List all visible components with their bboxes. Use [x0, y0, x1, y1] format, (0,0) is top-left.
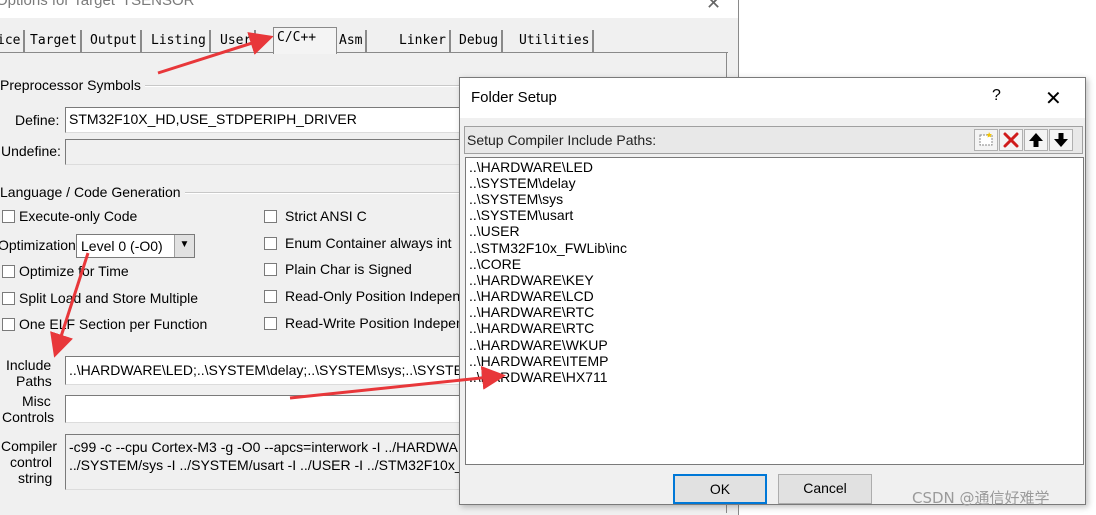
compiler-control-field: -c99 -c --cpu Cortex-M3 -g -O0 --apcs=in… [65, 434, 467, 490]
undefine-label: Undefine: [1, 143, 61, 159]
list-item[interactable]: ..\SYSTEM\usart [469, 207, 573, 223]
ok-button[interactable]: OK [673, 474, 767, 504]
optimization-label: Optimization: [0, 237, 80, 253]
include-paths-list[interactable]: ..\HARDWARE\LED ..\SYSTEM\delay ..\SYSTE… [465, 157, 1084, 465]
paths-header-bar: Setup Compiler Include Paths: [464, 126, 1083, 154]
list-item[interactable]: ..\HARDWARE\KEY [469, 272, 594, 288]
tab-utilities[interactable]: Utilities [516, 30, 595, 52]
tab-listing[interactable]: Listing [148, 30, 211, 52]
move-down-icon[interactable] [1049, 129, 1073, 151]
enum-container-label: Enum Container always int [285, 235, 452, 251]
list-item[interactable]: ..\USER [469, 223, 520, 239]
tab-device[interactable]: ice [0, 30, 26, 52]
list-item[interactable]: ..\CORE [469, 256, 521, 272]
define-label: Define: [15, 112, 60, 128]
ro-position-checkbox[interactable] [264, 290, 277, 303]
list-item[interactable]: ..\HARDWARE\LED [469, 159, 593, 175]
misc-label-line2: Controls [2, 409, 55, 425]
misc-controls-field[interactable] [65, 395, 467, 423]
language-group-label: Language / Code Generation [0, 184, 185, 200]
list-item[interactable]: ..\STM32F10x_FWLib\inc [469, 240, 627, 256]
chevron-down-icon[interactable]: ▼ [174, 235, 194, 257]
optimization-value: Level 0 (-O0) [81, 238, 163, 254]
strict-ansi-label: Strict ANSI C [285, 208, 367, 224]
compiler-label-line2: control [10, 454, 53, 470]
include-paths-field[interactable]: ..\HARDWARE\LED;..\SYSTEM\delay;..\SYSTE… [65, 356, 467, 385]
watermark: CSDN @通信好难学 [912, 489, 1050, 507]
compiler-label-line1: Compiler [1, 438, 58, 454]
folder-setup-dialog: Folder Setup ? ✕ Setup Compiler Include … [459, 77, 1086, 505]
tab-target[interactable]: Target [27, 30, 82, 52]
enum-container-checkbox[interactable] [264, 237, 277, 250]
folder-setup-title-bar: Folder Setup ? ✕ [460, 78, 1085, 118]
plain-char-label: Plain Char is Signed [285, 261, 412, 277]
compiler-line2: ../SYSTEM/sys -I ../SYSTEM/usart -I ../U… [69, 457, 467, 473]
optimize-time-label: Optimize for Time [19, 263, 129, 279]
split-load-checkbox[interactable] [2, 292, 15, 305]
optimization-select[interactable]: Level 0 (-O0) ▼ [76, 234, 195, 258]
include-paths-label-line2: Paths [16, 373, 52, 389]
paths-header-label: Setup Compiler Include Paths: [467, 132, 657, 148]
tab-c-cpp[interactable]: C/C++ [273, 27, 337, 54]
list-item[interactable]: ..\HARDWARE\HX711 [469, 369, 607, 385]
define-value: STM32F10X_HD,USE_STDPERIPH_DRIVER [69, 111, 357, 127]
tab-bar: ice Target Output Listing User C/C++ Asm… [0, 27, 738, 54]
ro-position-label: Read-Only Position Independ [285, 288, 468, 304]
list-item[interactable]: ..\HARDWARE\RTC [469, 320, 594, 336]
compiler-label-line3: string [18, 470, 53, 486]
close-icon[interactable]: ✕ [1045, 86, 1062, 111]
plain-char-checkbox[interactable] [264, 263, 277, 276]
execute-only-checkbox[interactable] [2, 210, 15, 223]
tab-user[interactable]: User [217, 30, 257, 52]
preprocessor-group-label: Preprocessor Symbols [0, 77, 145, 93]
optimize-time-checkbox[interactable] [2, 265, 15, 278]
tab-output[interactable]: Output [87, 30, 142, 52]
strict-ansi-checkbox[interactable] [264, 210, 277, 223]
list-item[interactable]: ..\HARDWARE\ITEMP [469, 353, 609, 369]
cancel-button[interactable]: Cancel [778, 474, 872, 504]
list-item[interactable]: ..\HARDWARE\RTC [469, 304, 594, 320]
move-up-icon[interactable] [1024, 129, 1048, 151]
list-item[interactable]: ..\SYSTEM\delay [469, 175, 576, 191]
rw-position-checkbox[interactable] [264, 317, 277, 330]
delete-icon[interactable] [999, 129, 1023, 151]
list-item[interactable]: ..\SYSTEM\sys [469, 191, 563, 207]
tab-linker[interactable]: Linker [396, 30, 451, 52]
compiler-line1: -c99 -c --cpu Cortex-M3 -g -O0 --apcs=in… [69, 439, 467, 455]
tab-asm[interactable]: Asm [336, 30, 368, 52]
execute-only-label: Execute-only Code [19, 208, 138, 224]
new-folder-icon[interactable] [974, 129, 998, 151]
include-paths-value: ..\HARDWARE\LED;..\SYSTEM\delay;..\SYSTE… [69, 362, 463, 378]
define-field[interactable]: STM32F10X_HD,USE_STDPERIPH_DRIVER [65, 107, 467, 133]
list-item[interactable]: ..\HARDWARE\WKUP [469, 337, 608, 353]
one-elf-label: One ELF Section per Function [19, 316, 208, 332]
tab-debug[interactable]: Debug [456, 30, 504, 52]
undefine-field[interactable] [65, 139, 467, 165]
folder-setup-title: Folder Setup [471, 89, 557, 106]
options-title: Options for Target 'TSENSOR' [0, 0, 198, 9]
list-item[interactable]: ..\HARDWARE\LCD [469, 288, 594, 304]
split-load-label: Split Load and Store Multiple [19, 290, 198, 306]
rw-position-label: Read-Write Position Independ [285, 315, 472, 331]
options-close-icon[interactable]: ✕ [706, 0, 721, 14]
misc-label-line1: Misc [22, 393, 51, 409]
tab-divider [0, 52, 728, 53]
options-title-bar: Options for Target 'TSENSOR' ✕ [0, 0, 738, 18]
help-icon[interactable]: ? [992, 87, 1001, 105]
include-paths-label-line1: Include [6, 357, 52, 373]
one-elf-checkbox[interactable] [2, 318, 15, 331]
